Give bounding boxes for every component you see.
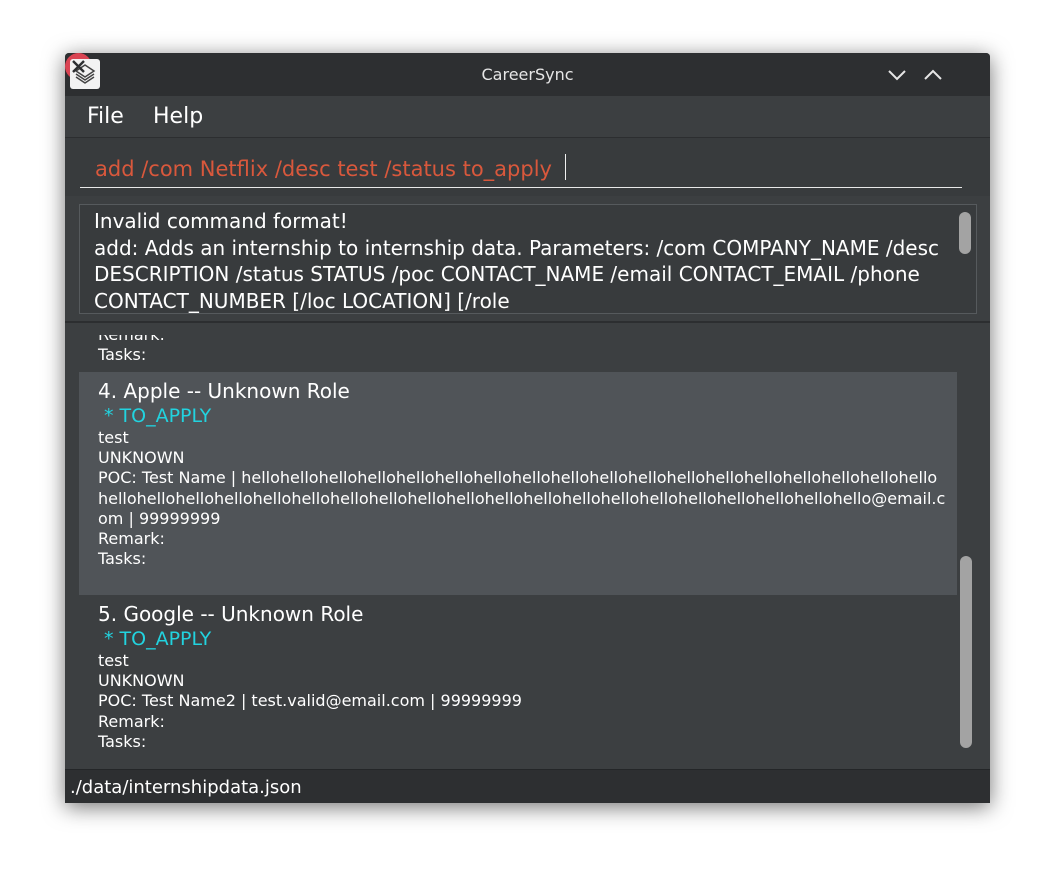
text-caret — [565, 154, 566, 180]
window-title: CareerSync — [481, 65, 574, 84]
app-window: CareerSync File Help Invalid command for… — [65, 53, 990, 803]
card-remark: Remark: — [98, 711, 165, 731]
maximize-button[interactable] — [919, 61, 947, 89]
chevron-up-icon — [924, 69, 942, 80]
close-icon — [72, 60, 85, 73]
result-display[interactable]: Invalid command format! add: Adds an int… — [79, 204, 977, 314]
card-tasks: Tasks: — [98, 549, 147, 569]
list-scrollbar[interactable] — [960, 556, 972, 748]
title-bar[interactable]: CareerSync — [65, 53, 990, 96]
result-message: Invalid command format! add: Adds an int… — [94, 209, 940, 313]
list-item[interactable]: Remark: Tasks: — [79, 335, 957, 372]
internship-list[interactable]: Remark: Tasks: 4. Apple -- Unknown Role … — [79, 335, 957, 755]
card-poc: POC: Test Name2 | test.valid@email.com |… — [98, 691, 522, 711]
card-tasks: Tasks: — [98, 345, 147, 365]
card-header: 5. Google -- Unknown Role — [98, 602, 364, 626]
list-item[interactable]: 4. Apple -- Unknown Role * TO_APPLY test… — [79, 372, 957, 595]
result-display-panel: Invalid command format! add: Adds an int… — [65, 196, 990, 323]
card-description: test — [98, 428, 129, 447]
card-location: UNKNOWN — [98, 671, 185, 691]
data-file-path: ./data/internshipdata.json — [70, 777, 302, 798]
card-remark: Remark: — [98, 335, 947, 345]
card-tasks: Tasks: — [98, 731, 147, 751]
command-input[interactable] — [80, 144, 962, 188]
status-label: * TO_APPLY — [104, 405, 212, 427]
card-poc: POC: Test Name | hellohellohellohellohel… — [98, 468, 946, 528]
list-item[interactable]: 5. Google -- Unknown Role * TO_APPLY tes… — [79, 595, 957, 755]
card-header: 4. Apple -- Unknown Role — [98, 379, 350, 403]
minimize-button[interactable] — [883, 61, 911, 89]
card-location: UNKNOWN — [98, 448, 185, 468]
status-label: * TO_APPLY — [104, 628, 212, 650]
menu-file[interactable]: File — [87, 104, 124, 129]
internship-list-panel: Remark: Tasks: 4. Apple -- Unknown Role … — [65, 323, 990, 769]
menu-bar: File Help — [65, 96, 990, 137]
menu-help[interactable]: Help — [153, 104, 203, 129]
status-bar: ./data/internshipdata.json — [65, 769, 990, 803]
card-remark: Remark: — [98, 529, 165, 549]
chevron-down-icon — [888, 70, 906, 81]
card-description: test — [98, 651, 129, 670]
result-scrollbar[interactable] — [959, 212, 971, 254]
close-button[interactable] — [65, 53, 92, 80]
command-box — [65, 137, 990, 196]
